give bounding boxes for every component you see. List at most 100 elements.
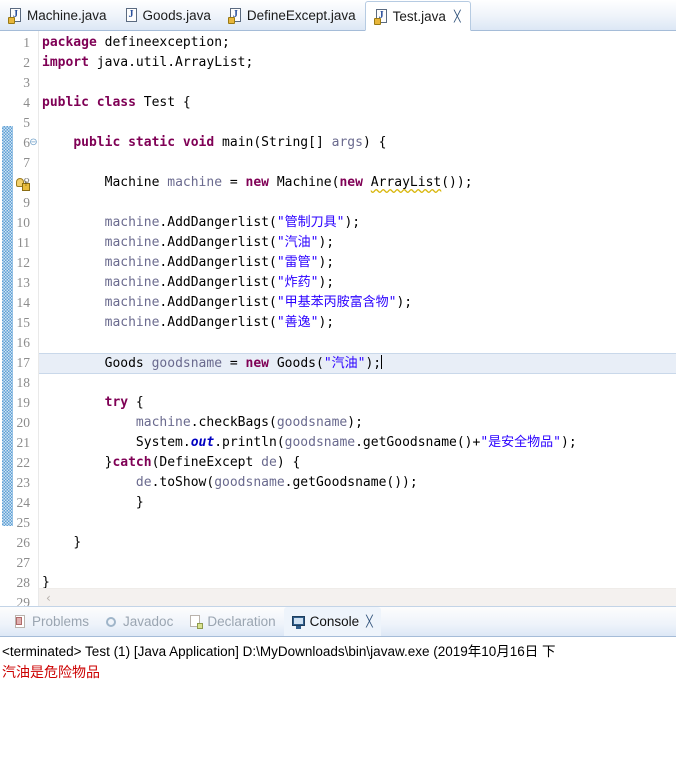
- scroll-left-icon[interactable]: ‹: [46, 590, 51, 606]
- code-line[interactable]: machine.AddDangerlist("管制刀具");: [39, 213, 676, 233]
- bottom-tab-bar: Problems Javadoc Declaration Console ╳: [0, 606, 676, 637]
- code-token: de: [135, 475, 152, 490]
- code-token: );: [318, 275, 335, 290]
- code-token: class: [96, 95, 136, 110]
- code-token: machine: [104, 235, 160, 250]
- code-line[interactable]: import java.util.ArrayList;: [39, 53, 676, 73]
- tab-console[interactable]: Console ╳: [283, 607, 381, 636]
- code-line[interactable]: machine.AddDangerlist("炸药");: [39, 273, 676, 293]
- console-icon: [291, 615, 305, 629]
- editor-tab-machine-java[interactable]: Machine.java: [0, 0, 116, 30]
- code-token: new: [339, 175, 363, 190]
- editor-tab-test-java[interactable]: Test.java ╳: [364, 1, 471, 31]
- line-number-gutter[interactable]: 123456⊖789101112131415161718192021222324…: [0, 31, 38, 606]
- java-file-icon: [124, 7, 138, 23]
- line-number: 20: [16, 415, 31, 430]
- code-token: .AddDangerlist(: [159, 255, 277, 270]
- line-number: 27: [16, 555, 31, 570]
- line-number: 29: [16, 595, 31, 606]
- code-token: machine: [167, 175, 223, 190]
- code-token: args: [331, 135, 363, 150]
- code-line[interactable]: de.toShow(goodsname.getGoodsname());: [39, 473, 676, 493]
- java-file-icon: [227, 7, 242, 24]
- code-token: goodsname: [276, 415, 348, 430]
- code-token: );: [347, 415, 363, 430]
- code-line[interactable]: public static void main(String[] args) {: [39, 133, 676, 153]
- code-line[interactable]: try {: [39, 393, 676, 413]
- code-line[interactable]: [39, 193, 676, 213]
- code-token: machine: [104, 215, 160, 230]
- console-output-area[interactable]: <terminated> Test (1) [Java Application]…: [0, 637, 676, 682]
- code-token: );: [318, 315, 335, 330]
- code-token: ());: [441, 175, 473, 190]
- code-line[interactable]: public class Test {: [39, 93, 676, 113]
- fold-collapse-icon[interactable]: ⊖: [29, 138, 38, 148]
- line-number: 21: [16, 435, 31, 450]
- close-icon[interactable]: ╳: [454, 10, 461, 23]
- editor-tab-goods-java[interactable]: Goods.java: [116, 0, 220, 30]
- code-line[interactable]: [39, 113, 676, 133]
- line-number: 4: [23, 95, 30, 110]
- code-token: "甲基苯丙胺富含物": [276, 295, 397, 310]
- bottom-tab-label: Problems: [32, 614, 90, 629]
- tab-problems[interactable]: Problems: [6, 607, 97, 636]
- code-line[interactable]: machine.AddDangerlist("善逸");: [39, 313, 676, 333]
- close-icon[interactable]: ╳: [366, 615, 373, 628]
- code-line[interactable]: [39, 73, 676, 93]
- line-number: 16: [16, 335, 31, 350]
- editor-tab-label: Goods.java: [142, 7, 211, 23]
- editor-tab-defineexcept-java[interactable]: DefineExcept.java: [220, 0, 365, 30]
- tab-javadoc[interactable]: Javadoc: [97, 607, 181, 636]
- code-token: .AddDangerlist(: [159, 315, 277, 330]
- code-token: machine: [135, 415, 191, 430]
- code-line[interactable]: [39, 333, 676, 353]
- quickfix-warning-icon[interactable]: [16, 177, 30, 191]
- code-line[interactable]: package defineexception;: [39, 33, 676, 53]
- code-line[interactable]: [39, 153, 676, 173]
- bottom-view-panel: Problems Javadoc Declaration Console ╳ <…: [0, 606, 676, 761]
- code-token: =: [222, 356, 246, 371]
- code-line[interactable]: [39, 553, 676, 573]
- line-number: 3: [23, 75, 30, 90]
- code-token: );: [365, 356, 382, 371]
- code-line[interactable]: }: [39, 533, 676, 553]
- code-token: goodsname: [151, 356, 223, 371]
- code-line[interactable]: [39, 373, 676, 393]
- tab-declaration[interactable]: Declaration: [181, 607, 283, 636]
- code-token: Goods(: [269, 356, 324, 371]
- code-token: );: [318, 255, 335, 270]
- code-line[interactable]: }catch(DefineExcept de) {: [39, 453, 676, 473]
- javadoc-icon: [105, 615, 118, 628]
- line-number: 13: [16, 275, 31, 290]
- code-token: new: [245, 356, 270, 371]
- line-number: 2: [23, 55, 30, 70]
- code-token: );: [561, 435, 577, 450]
- java-file-icon: [373, 8, 388, 25]
- code-token: goodsname: [284, 435, 356, 450]
- code-token: "善逸": [276, 315, 319, 330]
- code-line[interactable]: System.out.println(goodsname.getGoodsnam…: [39, 433, 676, 453]
- declaration-icon: [189, 615, 204, 629]
- editor-horizontal-scrollbar[interactable]: ‹: [39, 588, 676, 606]
- code-text-area[interactable]: package defineexception; import java.util…: [39, 31, 676, 606]
- code-token: main(String[]: [214, 135, 332, 150]
- code-line[interactable]: machine.AddDangerlist("雷管");: [39, 253, 676, 273]
- code-line[interactable]: machine.checkBags(goodsname);: [39, 413, 676, 433]
- console-error-line: 汽油是危险物品: [2, 664, 100, 680]
- code-token: goodsname: [214, 475, 285, 490]
- code-line[interactable]: machine.AddDangerlist("甲基苯丙胺富含物");: [39, 293, 676, 313]
- code-editor[interactable]: 123456⊖789101112131415161718192021222324…: [0, 31, 676, 606]
- code-token: );: [344, 215, 361, 230]
- code-token: public: [73, 135, 121, 150]
- code-line[interactable]: [39, 513, 676, 533]
- code-token: out: [190, 435, 215, 450]
- code-token: .AddDangerlist(: [159, 215, 277, 230]
- code-line[interactable]: Machine machine = new Machine(new ArrayL…: [39, 173, 676, 193]
- code-line[interactable]: }: [39, 493, 676, 513]
- code-line[interactable]: Goods goodsname = new Goods("汽油");: [39, 353, 676, 374]
- code-line[interactable]: machine.AddDangerlist("汽油");: [39, 233, 676, 253]
- line-number: 11: [17, 235, 30, 250]
- code-token: defineexception;: [96, 35, 230, 50]
- code-token: import: [42, 55, 89, 70]
